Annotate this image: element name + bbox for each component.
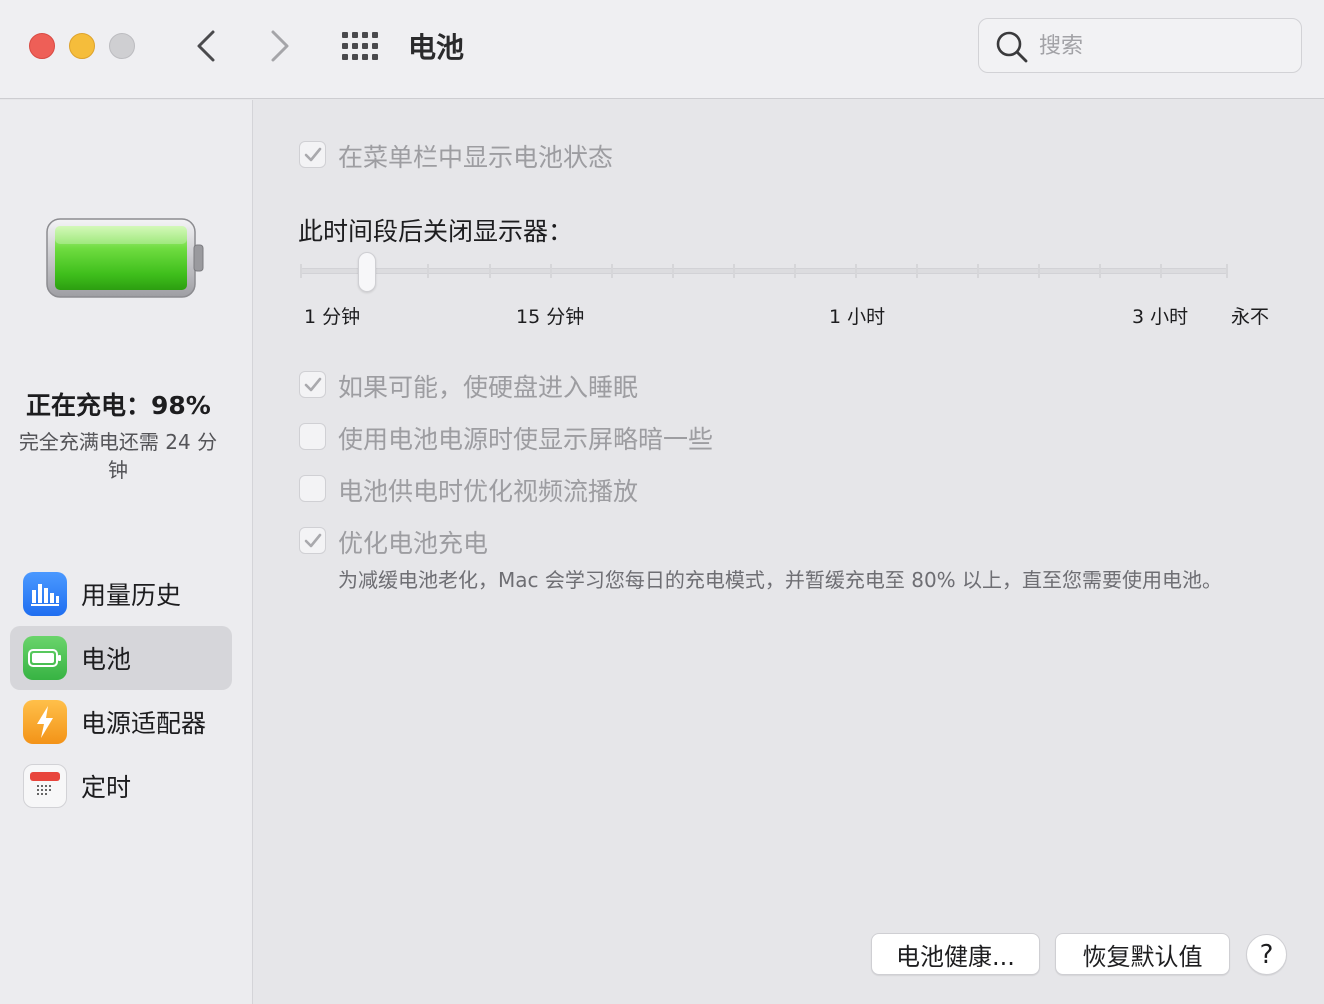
- optimize-video-checkbox[interactable]: [299, 475, 326, 502]
- sidebar-item-label: 电池: [81, 645, 132, 674]
- chevron-left-icon: [197, 30, 215, 62]
- slider-tick-label: 3 小时: [1132, 306, 1189, 328]
- optimize-charging-checkbox[interactable]: [299, 527, 326, 554]
- lightning-icon: [23, 700, 67, 744]
- minimize-window-button[interactable]: [69, 33, 95, 59]
- slider-tick: [300, 264, 302, 278]
- slider-tick: [977, 264, 979, 278]
- hard-disk-sleep-checkbox[interactable]: [299, 371, 326, 398]
- slider-tick: [1226, 264, 1228, 278]
- slider-tick-label: 1 小时: [829, 306, 886, 328]
- slider-tick: [1099, 264, 1101, 278]
- slider-tick-label: 永不: [1231, 306, 1270, 328]
- sidebar-item-power-adapter[interactable]: 电源适配器: [10, 690, 232, 754]
- slider-tick: [733, 264, 735, 278]
- optimize-video-label: 电池供电时优化视频流播放: [338, 477, 639, 506]
- battery-icon: [23, 636, 67, 680]
- slider-tick: [550, 264, 552, 278]
- close-window-button[interactable]: [29, 33, 55, 59]
- sidebar: 正在充电：98% 完全充满电还需 24 分钟 用量历史 电池 电源适配器 定时: [0, 100, 253, 1004]
- chart-icon: [23, 572, 67, 616]
- slider-tick: [489, 264, 491, 278]
- slider-tick: [794, 264, 796, 278]
- show-in-menubar-checkbox[interactable]: [299, 141, 326, 168]
- optimize-charging-description: 为减缓电池老化，Mac 会学习您每日的充电模式，并暂缓充电至 80% 以上，直至…: [338, 568, 1223, 592]
- slider-tick: [427, 264, 429, 278]
- restore-defaults-button[interactable]: 恢复默认值: [1055, 933, 1230, 975]
- grid-icon: [342, 32, 378, 60]
- slider-tick: [1160, 264, 1162, 278]
- show-in-menubar-label: 在菜单栏中显示电池状态: [338, 143, 614, 172]
- slider-tick: [672, 264, 674, 278]
- hard-disk-sleep-label: 如果可能，使硬盘进入睡眠: [338, 373, 639, 402]
- display-sleep-slider-track[interactable]: [300, 268, 1228, 274]
- search-field[interactable]: [978, 18, 1302, 73]
- slider-tick-label: 15 分钟: [516, 306, 585, 328]
- search-input[interactable]: [1039, 28, 1289, 64]
- main-panel: 在菜单栏中显示电池状态 此时间段后关闭显示器： 1 分钟 15 分钟 1 小时 …: [254, 100, 1324, 1004]
- display-sleep-slider-thumb[interactable]: [358, 252, 376, 292]
- title-bar: 电池: [0, 0, 1324, 99]
- forward-button[interactable]: [260, 26, 300, 66]
- checkmark-icon: [304, 533, 321, 547]
- sidebar-item-label: 用量历史: [81, 581, 182, 610]
- sidebar-item-label: 电源适配器: [81, 709, 207, 738]
- sidebar-item-usage-history[interactable]: 用量历史: [10, 562, 232, 626]
- sidebar-item-label: 定时: [81, 773, 132, 802]
- slider-tick: [611, 264, 613, 278]
- display-off-label: 此时间段后关闭显示器：: [298, 217, 574, 246]
- charge-status: 正在充电：98%: [26, 391, 211, 420]
- dim-display-label: 使用电池电源时使显示屏略暗一些: [338, 425, 714, 454]
- slider-tick: [1038, 264, 1040, 278]
- dim-display-checkbox[interactable]: [299, 423, 326, 450]
- sidebar-item-schedule[interactable]: 定时: [10, 754, 232, 818]
- checkmark-icon: [304, 377, 321, 391]
- slider-tick: [916, 264, 918, 278]
- slider-tick-label: 1 分钟: [304, 306, 361, 328]
- back-button[interactable]: [186, 26, 226, 66]
- zoom-window-button[interactable]: [109, 33, 135, 59]
- search-icon: [996, 31, 1028, 63]
- help-button[interactable]: ?: [1246, 934, 1287, 975]
- checkmark-icon: [304, 147, 321, 161]
- slider-tick: [855, 264, 857, 278]
- optimize-charging-label: 优化电池充电: [338, 529, 489, 558]
- chevron-right-icon: [271, 30, 289, 62]
- calendar-icon: [23, 764, 67, 808]
- charge-remaining: 完全充满电还需 24 分钟: [18, 430, 218, 482]
- window-title: 电池: [408, 31, 465, 64]
- sidebar-item-battery[interactable]: 电池: [10, 626, 232, 690]
- battery-health-button[interactable]: 电池健康...: [871, 933, 1040, 975]
- show-all-button[interactable]: [340, 30, 380, 64]
- battery-large-icon: [46, 218, 204, 298]
